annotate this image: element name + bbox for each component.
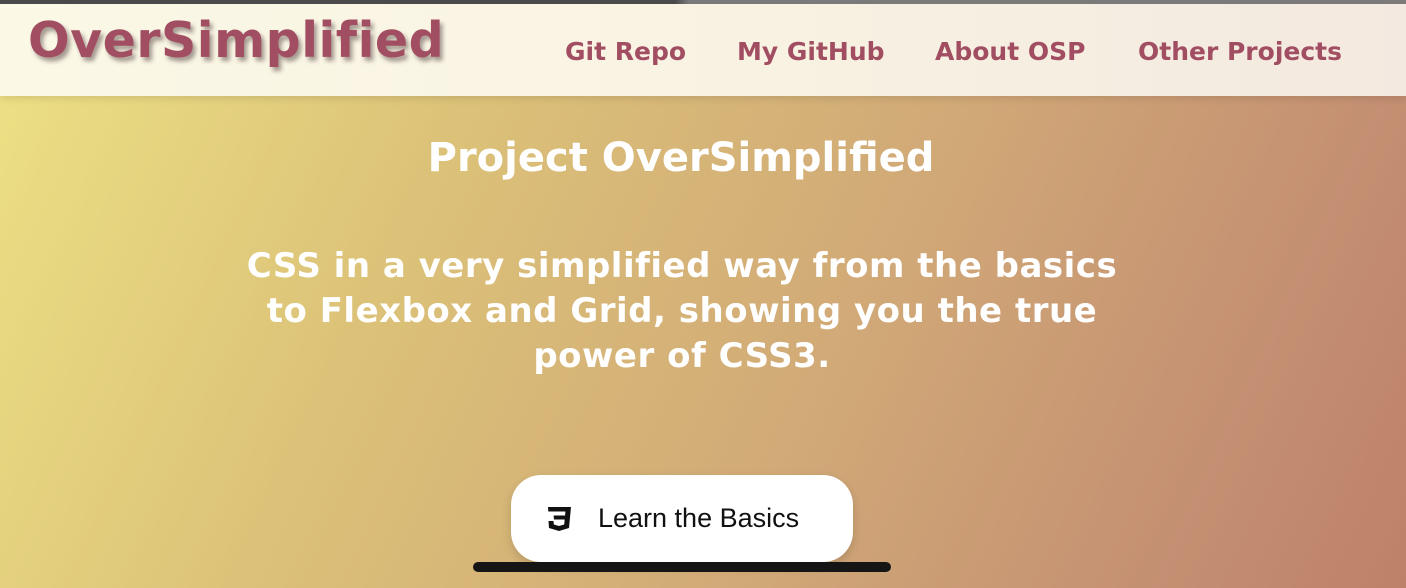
nav-link-git-repo[interactable]: Git Repo: [565, 37, 686, 66]
css3-icon: [545, 506, 573, 532]
nav-link-other-projects[interactable]: Other Projects: [1138, 37, 1342, 66]
nav-link-about-osp[interactable]: About OSP: [935, 37, 1085, 66]
learn-basics-button[interactable]: Learn the Basics: [511, 475, 853, 562]
site-header: OverSimplified Git Repo My GitHub About …: [0, 4, 1406, 96]
home-indicator-bar: [473, 562, 891, 572]
hero-subtitle: CSS in a very simplified way from the ba…: [246, 246, 1118, 376]
nav-link-my-github[interactable]: My GitHub: [737, 37, 885, 66]
main-nav: Git Repo My GitHub About OSP Other Proje…: [0, 37, 1406, 77]
browser-top-strip: [0, 0, 1406, 4]
hero-title: Project OverSimplified: [427, 135, 935, 181]
learn-basics-label: Learn the Basics: [598, 503, 800, 533]
